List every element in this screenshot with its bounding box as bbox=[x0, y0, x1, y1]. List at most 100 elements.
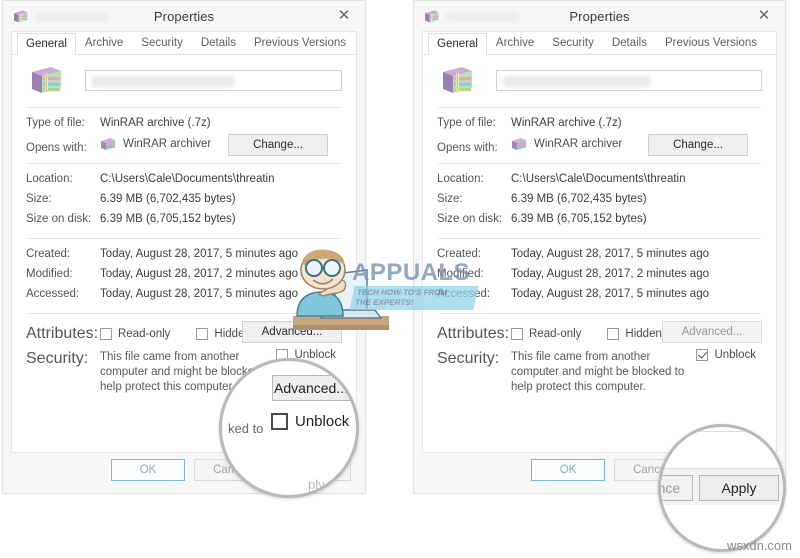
timestamps-group: Created: Today, August 28, 2017, 5 minut… bbox=[26, 239, 342, 313]
tab-previous-versions[interactable]: Previous Versions bbox=[656, 32, 766, 54]
filename-input[interactable] bbox=[496, 70, 762, 91]
tab-security[interactable]: Security bbox=[132, 32, 192, 54]
window-title: Properties bbox=[569, 8, 630, 24]
accessed-value: Today, August 28, 2017, 5 minutes ago bbox=[100, 288, 298, 300]
attributes-row: Attributes: Read-only Hidden Advanced... bbox=[437, 321, 762, 347]
created-label: Created: bbox=[437, 248, 482, 260]
magnified-unblock-group[interactable]: Unblock bbox=[271, 413, 349, 430]
attributes-label: Attributes: bbox=[26, 325, 99, 342]
ok-button[interactable]: OK bbox=[531, 459, 605, 481]
tab-details[interactable]: Details bbox=[603, 32, 656, 54]
location-label: Location: bbox=[26, 173, 73, 185]
file-type-group: Type of file: WinRAR archive (.7z) Opens… bbox=[26, 108, 342, 163]
tab-details[interactable]: Details bbox=[192, 32, 245, 54]
tab-security[interactable]: Security bbox=[543, 32, 603, 54]
winrar-archive-icon bbox=[443, 67, 472, 93]
hidden-checkbox[interactable] bbox=[196, 328, 209, 340]
file-header-row bbox=[437, 55, 762, 107]
screenshot-root: Properties ✕ General Archive Security De… bbox=[0, 0, 800, 558]
opens-with-label: Opens with: bbox=[437, 142, 498, 154]
tab-archive[interactable]: Archive bbox=[487, 32, 543, 54]
advanced-button[interactable]: Advanced... bbox=[662, 321, 762, 343]
winrar-archiver-icon bbox=[101, 138, 115, 150]
attributes-group: Attributes: Read-only Hidden Advanced...… bbox=[437, 314, 762, 402]
read-only-checkbox[interactable] bbox=[511, 328, 523, 340]
tab-general[interactable]: General bbox=[17, 33, 76, 55]
read-only-checkbox[interactable] bbox=[100, 328, 112, 340]
type-of-file-label: Type of file: bbox=[26, 117, 85, 129]
modified-value: Today, August 28, 2017, 2 minutes ago bbox=[511, 268, 709, 280]
size-row: Size: 6.39 MB (6,702,435 bytes) bbox=[26, 191, 342, 211]
magnified-ghost-text-bottom: ply bbox=[308, 477, 325, 492]
title-bar: Properties ✕ bbox=[3, 1, 365, 31]
opens-with-value: WinRAR archiver bbox=[534, 138, 623, 150]
type-of-file-row: Type of file: WinRAR archive (.7z) bbox=[26, 115, 342, 135]
location-group: Location: C:\Users\Cale\Documents\threat… bbox=[26, 164, 342, 238]
magnified-unblock-checkbox[interactable] bbox=[271, 413, 288, 430]
filename-redacted-value bbox=[92, 76, 235, 87]
magnified-ghost-text-left: ked to bbox=[228, 421, 264, 436]
title-bar: Properties ✕ bbox=[414, 1, 785, 31]
general-page: Type of file: WinRAR archive (.7z) Opens… bbox=[12, 55, 356, 402]
advanced-button[interactable]: Advanced... bbox=[242, 321, 342, 343]
unblock-checkbox[interactable] bbox=[696, 349, 709, 361]
dialog-body: General Archive Security Details Previou… bbox=[422, 31, 777, 453]
location-row: Location: C:\Users\Cale\Documents\threat… bbox=[437, 171, 762, 191]
type-of-file-value: WinRAR archive (.7z) bbox=[100, 117, 211, 129]
magnified-apply-button[interactable]: Apply bbox=[699, 475, 779, 501]
attributes-label: Attributes: bbox=[437, 325, 510, 342]
close-icon[interactable]: ✕ bbox=[751, 4, 777, 26]
tab-previous-versions[interactable]: Previous Versions bbox=[245, 32, 355, 54]
created-row: Created: Today, August 28, 2017, 5 minut… bbox=[26, 246, 342, 266]
magnified-cancel-button[interactable]: ance bbox=[661, 475, 693, 501]
opens-with-app: WinRAR archiver bbox=[100, 137, 211, 151]
hidden-checkbox[interactable] bbox=[607, 328, 620, 340]
location-label: Location: bbox=[437, 173, 484, 185]
file-type-group: Type of file: WinRAR archive (.7z) Opens… bbox=[437, 108, 762, 163]
tab-strip: General Archive Security Details Previou… bbox=[423, 32, 776, 55]
hidden-label: Hidden bbox=[625, 328, 662, 340]
change-button[interactable]: Change... bbox=[228, 134, 328, 156]
size-on-disk-value: 6.39 MB (6,705,152 bytes) bbox=[100, 213, 236, 225]
close-icon[interactable]: ✕ bbox=[331, 4, 357, 26]
site-watermark: wsxdn.com bbox=[726, 538, 792, 553]
opens-with-row: Opens with: WinRAR archiver Change... bbox=[437, 134, 762, 156]
accessed-row: Accessed: Today, August 28, 2017, 5 minu… bbox=[26, 286, 342, 306]
size-value: 6.39 MB (6,702,435 bytes) bbox=[511, 193, 647, 205]
window-title: Properties bbox=[153, 8, 215, 24]
winrar-archive-icon bbox=[32, 67, 61, 93]
security-message: This file came from another computer and… bbox=[511, 351, 685, 393]
tab-archive[interactable]: Archive bbox=[76, 32, 132, 54]
modified-label: Modified: bbox=[437, 268, 484, 280]
change-button[interactable]: Change... bbox=[648, 134, 748, 156]
filename-input[interactable] bbox=[85, 70, 342, 91]
size-label: Size: bbox=[437, 193, 463, 205]
type-of-file-row: Type of file: WinRAR archive (.7z) bbox=[437, 115, 762, 135]
accessed-row: Accessed: Today, August 28, 2017, 5 minu… bbox=[437, 286, 762, 306]
location-row: Location: C:\Users\Cale\Documents\threat… bbox=[26, 171, 342, 191]
modified-row: Modified: Today, August 28, 2017, 2 minu… bbox=[26, 266, 342, 286]
winrar-archiver-icon bbox=[512, 138, 526, 150]
magnifier-right-content: ance Apply bbox=[661, 427, 783, 549]
magnifier-right: ance Apply bbox=[658, 424, 786, 552]
read-only-label: Read-only bbox=[529, 328, 582, 340]
modified-value: Today, August 28, 2017, 2 minutes ago bbox=[100, 268, 298, 280]
size-label: Size: bbox=[26, 193, 52, 205]
accessed-value: Today, August 28, 2017, 5 minutes ago bbox=[511, 288, 709, 300]
ok-button[interactable]: OK bbox=[111, 459, 185, 481]
size-row: Size: 6.39 MB (6,702,435 bytes) bbox=[437, 191, 762, 211]
opens-with-app: WinRAR archiver bbox=[511, 137, 622, 151]
general-page: Type of file: WinRAR archive (.7z) Opens… bbox=[423, 55, 776, 402]
location-value: C:\Users\Cale\Documents\threatin bbox=[100, 173, 275, 185]
size-value: 6.39 MB (6,702,435 bytes) bbox=[100, 193, 236, 205]
size-on-disk-label: Size on disk: bbox=[437, 213, 503, 225]
created-label: Created: bbox=[26, 248, 71, 260]
modified-label: Modified: bbox=[26, 268, 73, 280]
tab-general[interactable]: General bbox=[428, 33, 487, 55]
unblock-checkbox-group[interactable]: Unblock bbox=[696, 349, 756, 361]
type-of-file-value: WinRAR archive (.7z) bbox=[511, 117, 622, 129]
unblock-label: Unblock bbox=[714, 349, 756, 361]
size-on-disk-row: Size on disk: 6.39 MB (6,705,152 bytes) bbox=[437, 211, 762, 231]
magnified-advanced-button[interactable]: Advanced... bbox=[272, 375, 350, 401]
opens-with-value: WinRAR archiver bbox=[123, 138, 212, 150]
